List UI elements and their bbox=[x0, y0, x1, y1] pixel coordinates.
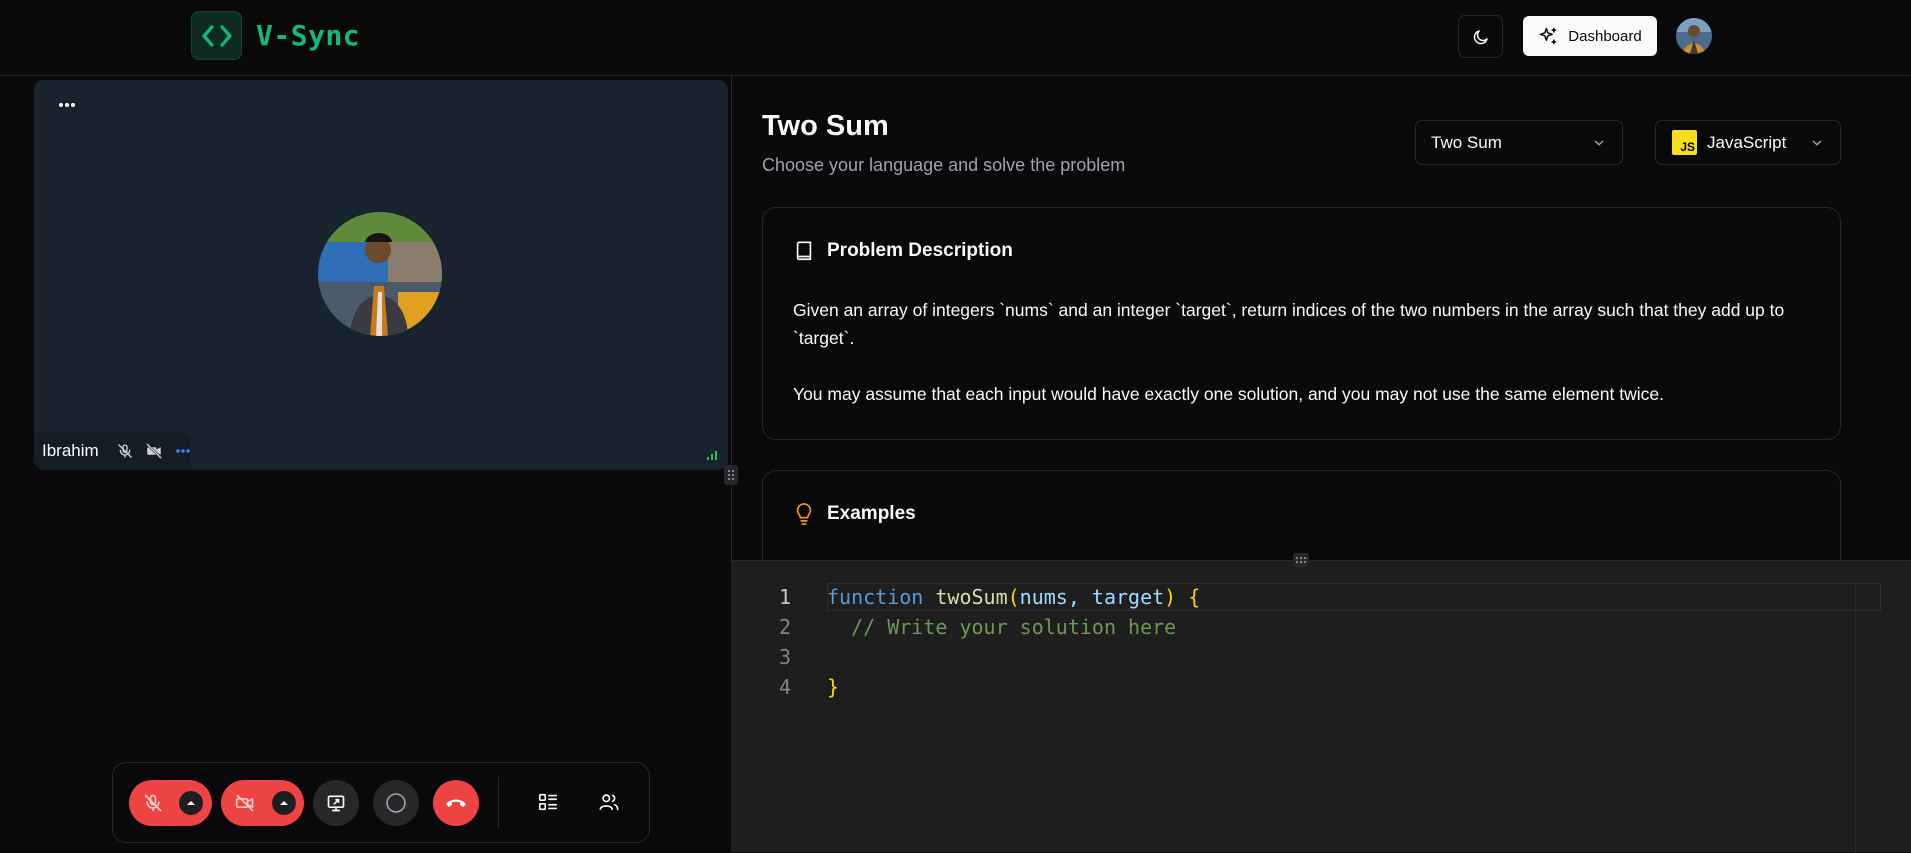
layout-list-icon bbox=[537, 791, 559, 813]
code-line-2[interactable]: // Write your solution here bbox=[827, 615, 1176, 639]
mic-off-icon bbox=[143, 793, 163, 813]
code-paren: ) bbox=[1164, 585, 1177, 609]
chevron-down-icon bbox=[1592, 136, 1606, 150]
problem-description-heading: Problem Description bbox=[827, 240, 1013, 261]
panel-resize-handle[interactable] bbox=[724, 465, 738, 485]
language-select-value: JavaScript bbox=[1707, 132, 1787, 152]
examples-header: Examples bbox=[793, 501, 916, 527]
code-comment: // Write your solution here bbox=[851, 615, 1177, 639]
participant-options-icon[interactable] bbox=[175, 448, 191, 454]
camera-off-icon bbox=[145, 442, 163, 460]
code-keyword: function bbox=[827, 585, 924, 609]
screen-share-button[interactable] bbox=[313, 780, 359, 826]
tile-more-options-icon[interactable] bbox=[58, 102, 76, 108]
microphone-toggle-button[interactable] bbox=[129, 780, 212, 826]
line-number: 4 bbox=[778, 675, 791, 699]
code-line-4[interactable]: } bbox=[827, 675, 839, 699]
sparkles-icon bbox=[1538, 26, 1558, 46]
camera-toggle-button[interactable] bbox=[221, 780, 304, 826]
call-controls-bar bbox=[112, 762, 650, 843]
record-button[interactable] bbox=[373, 780, 419, 826]
book-icon bbox=[793, 239, 815, 263]
code-line-1[interactable]: function twoSum(nums, target) { bbox=[827, 585, 1200, 609]
end-call-button[interactable] bbox=[433, 780, 479, 826]
code-paren: ( bbox=[1007, 585, 1020, 609]
code-brace: } bbox=[827, 675, 840, 699]
network-signal-icon bbox=[706, 450, 720, 460]
problem-description-p1: Given an array of integers `nums` and an… bbox=[793, 300, 1785, 348]
line-number: 1 bbox=[778, 585, 791, 609]
video-off-icon bbox=[234, 793, 256, 813]
participant-name-bar: Ibrahim bbox=[34, 432, 191, 470]
problem-description-p2: You may assume that each input would hav… bbox=[793, 384, 1664, 404]
problem-select-value: Two Sum bbox=[1431, 132, 1502, 152]
moon-icon bbox=[1472, 28, 1490, 46]
code-editor[interactable]: 1 2 3 4 function twoSum(nums, target) { … bbox=[731, 560, 1911, 853]
layout-list-button[interactable] bbox=[537, 791, 559, 813]
lightbulb-icon bbox=[793, 501, 815, 527]
screen-share-icon bbox=[326, 793, 346, 813]
theme-toggle-button[interactable] bbox=[1458, 15, 1503, 58]
brand-logo[interactable]: V-Sync bbox=[191, 11, 360, 60]
editor-scrollbar-edge bbox=[1855, 583, 1856, 853]
examples-heading: Examples bbox=[827, 503, 916, 524]
code-params: nums, target bbox=[1019, 585, 1165, 609]
code-brace: { bbox=[1188, 585, 1201, 609]
participant-avatar bbox=[318, 212, 442, 336]
code-brackets-icon bbox=[191, 11, 242, 60]
line-number: 3 bbox=[778, 645, 791, 669]
user-avatar[interactable] bbox=[1676, 18, 1712, 54]
javascript-logo-icon: JS bbox=[1672, 130, 1697, 155]
camera-options-chevron-icon[interactable] bbox=[272, 791, 296, 815]
problem-subtitle: Choose your language and solve the probl… bbox=[762, 155, 1126, 175]
line-number: 2 bbox=[778, 615, 791, 639]
participant-name: Ibrahim bbox=[42, 441, 99, 460]
users-icon bbox=[598, 791, 620, 813]
problem-select[interactable]: Two Sum bbox=[1415, 120, 1623, 165]
participant-video-tile[interactable]: Ibrahim bbox=[34, 80, 728, 470]
participants-button[interactable] bbox=[598, 791, 620, 813]
chevron-down-icon bbox=[1810, 136, 1824, 150]
problem-title: Two Sum bbox=[762, 110, 889, 142]
brand-name: V-Sync bbox=[256, 19, 361, 52]
dashboard-button[interactable]: Dashboard bbox=[1523, 16, 1657, 56]
dashboard-label: Dashboard bbox=[1568, 27, 1642, 45]
record-circle-icon bbox=[385, 792, 407, 814]
language-select[interactable]: JS JavaScript bbox=[1655, 120, 1841, 165]
code-function-name: twoSum bbox=[935, 585, 1008, 609]
hang-up-icon bbox=[444, 796, 468, 810]
controls-separator bbox=[498, 777, 499, 829]
top-header: V-Sync Dashboard bbox=[0, 0, 1911, 76]
editor-resize-handle[interactable] bbox=[1293, 553, 1309, 567]
mic-muted-icon bbox=[117, 442, 133, 460]
problem-description-card: Problem Description Given an array of in… bbox=[762, 207, 1841, 440]
mic-options-chevron-icon[interactable] bbox=[179, 791, 203, 815]
problem-description-header: Problem Description bbox=[793, 239, 1013, 263]
